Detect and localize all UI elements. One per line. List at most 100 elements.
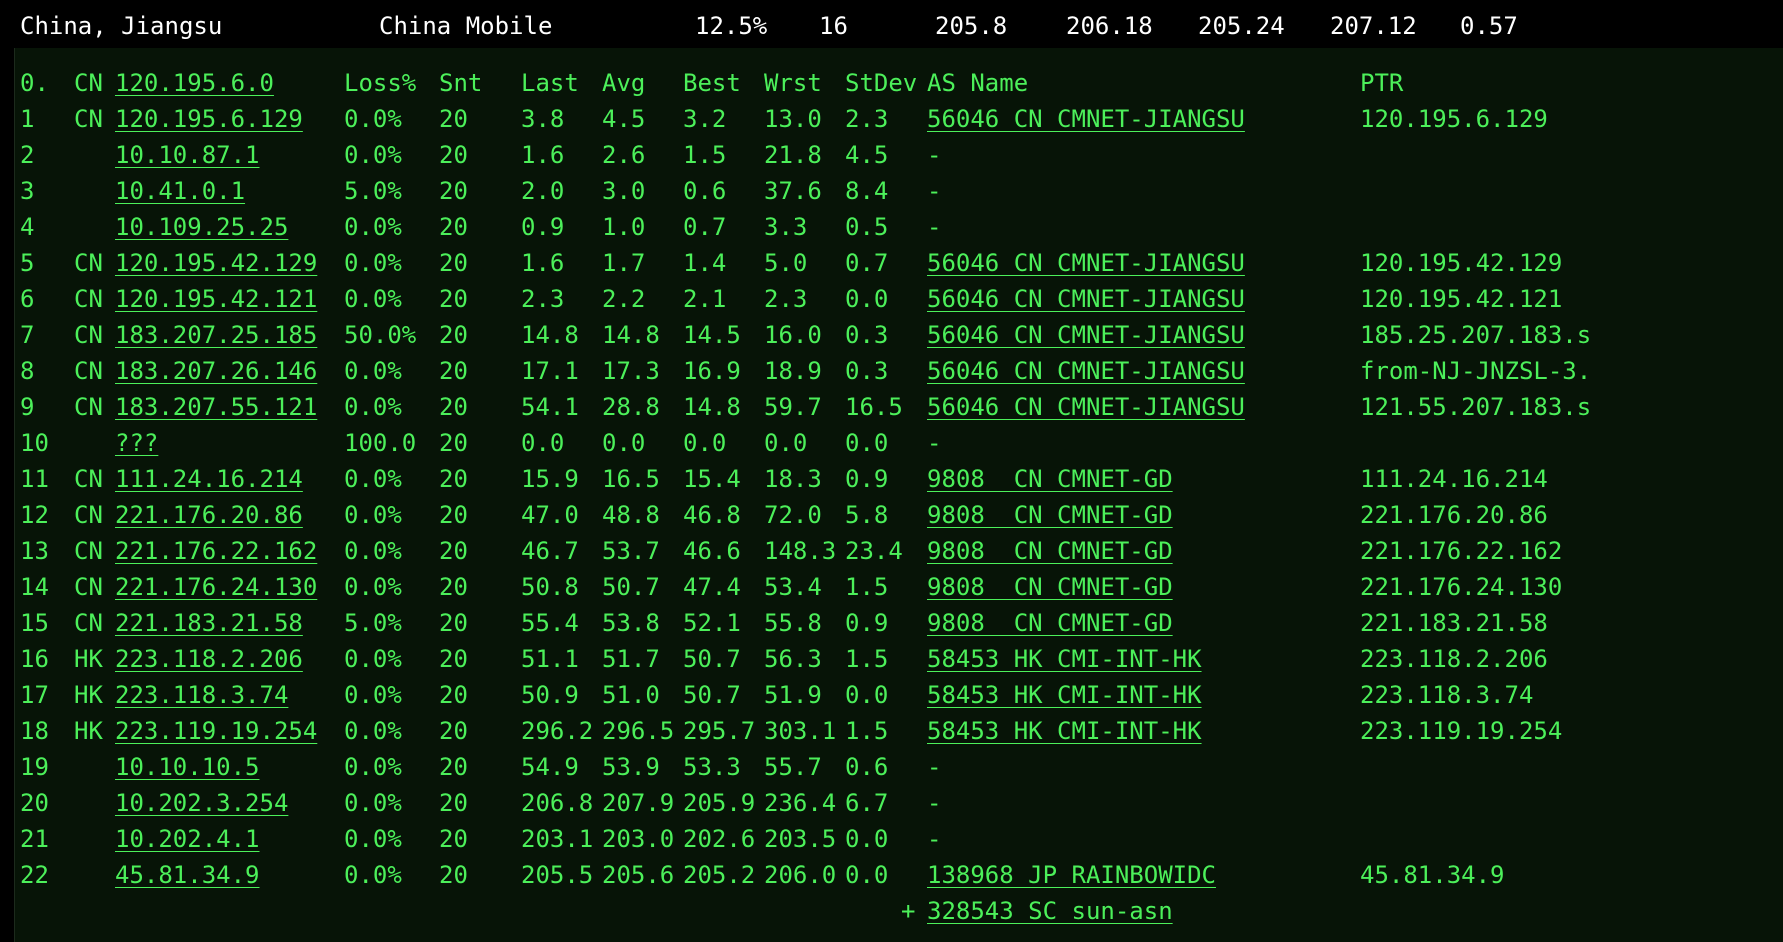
ptr-value: 111.24.16.214 <box>1360 465 1548 493</box>
host-link[interactable]: 223.119.19.254 <box>115 713 317 749</box>
avg-value: 53.9 <box>602 753 660 781</box>
loss-value: 0.0% <box>344 645 402 673</box>
stdev-value: 0.6 <box>845 753 889 781</box>
ptr-value: from-NJ-JNZSL-3. <box>1360 357 1592 385</box>
best-value: 1.5 <box>683 141 727 169</box>
last-value: 17.1 <box>521 357 579 385</box>
avg-value: 53.8 <box>602 609 660 637</box>
host-link[interactable]: 183.207.26.146 <box>115 353 317 389</box>
as-name-link[interactable]: 56046 CN CMNET-JIANGSU <box>927 101 1245 137</box>
as-name-link[interactable]: 138968 JP RAINBOWIDC <box>927 857 1216 893</box>
as-name-link[interactable]: 56046 CN CMNET-JIANGSU <box>927 281 1245 317</box>
country-code: CN <box>74 105 103 133</box>
host-link[interactable]: 10.10.10.5 <box>115 749 260 785</box>
loss-value: 0.0% <box>344 105 402 133</box>
host-link[interactable]: 10.202.4.1 <box>115 821 260 857</box>
header-wrst: Wrst <box>764 69 822 97</box>
avg-value: 1.0 <box>602 213 646 241</box>
country-code: CN <box>74 537 103 565</box>
avg-value: 203.0 <box>602 825 675 853</box>
snt-value: 20 <box>439 789 468 817</box>
as-name: - <box>927 141 942 169</box>
as-name-link[interactable]: 9808 CN CMNET-GD <box>927 605 1173 641</box>
host-link[interactable]: 221.183.21.58 <box>115 605 303 641</box>
hop-number: 2 <box>20 141 35 169</box>
best-value: 15.4 <box>683 465 741 493</box>
wrst-value: 0.0 <box>764 429 808 457</box>
avg-value: 2.2 <box>602 285 646 313</box>
loss-value: 0.0% <box>344 285 402 313</box>
as-name-link[interactable]: 56046 CN CMNET-JIANGSU <box>927 245 1245 281</box>
as-name-link[interactable]: 58453 HK CMI-INT-HK <box>927 641 1202 677</box>
last-value: 15.9 <box>521 465 579 493</box>
best-value: 46.6 <box>683 537 741 565</box>
best-value: 3.2 <box>683 105 727 133</box>
hop-number: 20 <box>20 789 49 817</box>
host-link[interactable]: 223.118.2.206 <box>115 641 303 677</box>
summary-last: 205.8 <box>935 12 1008 40</box>
host-link[interactable]: 221.176.22.162 <box>115 533 317 569</box>
as-name-link[interactable]: 58453 HK CMI-INT-HK <box>927 713 1202 749</box>
as-name-link[interactable]: 56046 CN CMNET-JIANGSU <box>927 353 1245 389</box>
stdev-value: 16.5 <box>845 393 903 421</box>
as-name-link[interactable]: 58453 HK CMI-INT-HK <box>927 677 1202 713</box>
country-code: CN <box>74 501 103 529</box>
hop-number: 7 <box>20 321 35 349</box>
host-link[interactable]: 183.207.55.121 <box>115 389 317 425</box>
host-link[interactable]: 10.109.25.25 <box>115 209 288 245</box>
host-link[interactable]: 120.195.6.129 <box>115 101 303 137</box>
avg-value: 205.6 <box>602 861 675 889</box>
avg-value: 4.5 <box>602 105 646 133</box>
host-link[interactable]: ??? <box>115 425 158 461</box>
wrst-value: 59.7 <box>764 393 822 421</box>
host-link[interactable]: 120.195.42.129 <box>115 245 317 281</box>
summary-location: China, Jiangsu <box>20 12 223 40</box>
as-name-link[interactable]: 9808 CN CMNET-GD <box>927 497 1173 533</box>
wrst-value: 203.5 <box>764 825 837 853</box>
host-link[interactable]: 120.195.42.121 <box>115 281 317 317</box>
as-name-link[interactable]: 9808 CN CMNET-GD <box>927 461 1173 497</box>
as-name-link[interactable]: 9808 CN CMNET-GD <box>927 569 1173 605</box>
host-link[interactable]: 10.41.0.1 <box>115 173 245 209</box>
ptr-value: 223.119.19.254 <box>1360 717 1563 745</box>
extra-as-name-link[interactable]: 328543 SC sun-asn <box>927 893 1173 929</box>
as-name-link[interactable]: 56046 CN CMNET-JIANGSU <box>927 317 1245 353</box>
avg-value: 296.5 <box>602 717 675 745</box>
avg-value: 51.7 <box>602 645 660 673</box>
as-name: - <box>927 825 942 853</box>
host-link[interactable]: 10.10.87.1 <box>115 137 260 173</box>
country-code: HK <box>74 681 103 709</box>
snt-value: 20 <box>439 429 468 457</box>
host-link[interactable]: 45.81.34.9 <box>115 857 260 893</box>
table-row: 22 45.81.34.9 0.0% 20 205.5 205.6 205.2 206.0 0.… <box>15 857 1783 893</box>
host-link[interactable]: 221.176.24.130 <box>115 569 317 605</box>
table-row: 11 CN 111.24.16.214 0.0% 20 15.9 16.5 15.4 18.3 0… <box>15 461 1783 497</box>
best-value: 0.6 <box>683 177 727 205</box>
traceroute-table: 0. CN 120.195.6.0 Loss% Snt Last Avg Bes… <box>14 48 1783 942</box>
table-extra-row: + 328543 SC sun-asn <box>15 893 1783 929</box>
stdev-value: 1.5 <box>845 717 889 745</box>
host-link[interactable]: 111.24.16.214 <box>115 461 303 497</box>
hop-number: 4 <box>20 213 35 241</box>
summary-stdev: 0.57 <box>1460 12 1518 40</box>
as-name: - <box>927 429 942 457</box>
host-link[interactable]: 223.118.3.74 <box>115 677 288 713</box>
last-value: 47.0 <box>521 501 579 529</box>
host-link[interactable]: 221.176.20.86 <box>115 497 303 533</box>
wrst-value: 3.3 <box>764 213 808 241</box>
header-host-link[interactable]: 120.195.6.0 <box>115 65 274 101</box>
loss-value: 5.0% <box>344 609 402 637</box>
table-row: 12 CN 221.176.20.86 0.0% 20 47.0 48.8 46.8 72.0 5… <box>15 497 1783 533</box>
loss-value: 0.0% <box>344 717 402 745</box>
best-value: 14.5 <box>683 321 741 349</box>
host-link[interactable]: 183.207.25.185 <box>115 317 317 353</box>
as-name-link[interactable]: 56046 CN CMNET-JIANGSU <box>927 389 1245 425</box>
best-value: 53.3 <box>683 753 741 781</box>
loss-value: 0.0% <box>344 465 402 493</box>
host-link[interactable]: 10.202.3.254 <box>115 785 288 821</box>
country-code: CN <box>74 285 103 313</box>
stdev-value: 1.5 <box>845 645 889 673</box>
snt-value: 20 <box>439 213 468 241</box>
as-name-link[interactable]: 9808 CN CMNET-GD <box>927 533 1173 569</box>
summary-best: 205.24 <box>1198 12 1285 40</box>
